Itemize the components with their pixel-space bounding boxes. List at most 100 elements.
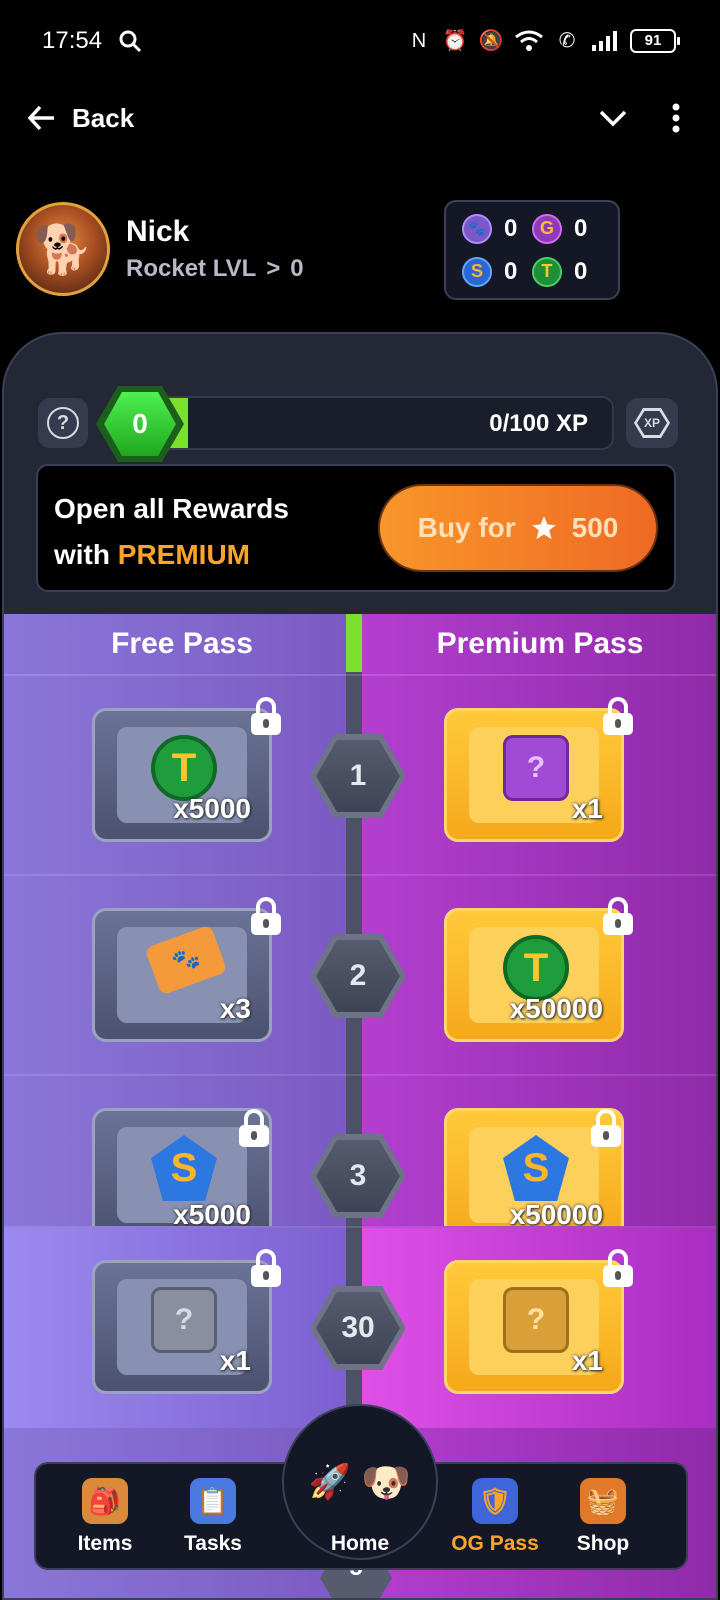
currency-value: 0 [504,257,518,285]
rocket-icon: 🚀 [308,1463,352,1501]
mystery-box-icon: ? [503,1287,569,1353]
currency-g: G0 [532,210,602,247]
signal-icon [592,31,617,51]
nav-og-pass[interactable]: 🛡 OG Pass [440,1478,550,1556]
lock-icon [249,697,283,737]
star-icon [531,516,556,540]
t-coin-icon: T [503,935,569,1001]
basket-icon: 🧺 [580,1478,626,1524]
reward-quantity: x50000 [509,1199,603,1228]
clipboard-icon: 📋 [190,1478,236,1524]
xp-info-button[interactable]: XP [626,398,678,448]
nav-tasks[interactable]: 📋 Tasks [158,1478,268,1556]
clock: 17:54 [42,27,103,54]
lock-icon [589,1109,623,1149]
free-reward-card[interactable]: ? x1 [92,1249,281,1394]
buy-premium-button[interactable]: Buy for 500 [378,484,658,572]
paw-coin-icon: 🐾 [462,213,492,244]
nav-label: OG Pass [451,1532,539,1555]
premium-line2: with PREMIUM [54,532,289,578]
backpack-icon: 🎒 [82,1478,128,1524]
wifi-icon [515,30,543,51]
currency-value: 0 [504,214,518,242]
g-coin-icon: G [532,213,562,244]
nav-label: Items [77,1532,133,1555]
reward-row: S x5000 3 S x50000 [4,1076,716,1228]
xp-row: ? 0/100 XP 0 XP [4,386,716,462]
shield-icon: 🛡 [472,1478,518,1524]
reward-quantity: x5000 [173,1199,251,1228]
s-coin-icon: S [462,256,492,287]
premium-pass-header: Premium Pass [360,614,716,676]
reward-quantity: x1 [219,1345,251,1376]
back-button[interactable]: Back [26,103,134,134]
premium-prefix: with [54,539,118,570]
chevron-right-icon: > [266,255,281,282]
more-vertical-icon[interactable] [672,103,680,133]
lock-icon [237,1109,271,1149]
xp-progress-bar: 0/100 XP [134,396,614,450]
help-button[interactable]: ? [38,398,88,448]
premium-reward-card[interactable]: T x50000 [444,897,633,1042]
currency-t: T0 [532,253,602,290]
nav-items[interactable]: 🎒 Items [50,1478,160,1556]
mute-icon: 🔕 [478,30,504,52]
nav-label: Tasks [184,1532,242,1555]
reward-row-milestone: ? x1 30 ? x1 [4,1228,716,1428]
profile: 🐕 Nick Rocket LVL > 0 [16,202,304,296]
free-pass-header: Free Pass [4,614,360,676]
lock-icon [601,697,635,737]
premium-highlight: PREMIUM [117,539,250,570]
status-bar: 17:54 N ⏰ 🔕 ✆ 91 [0,0,720,82]
arrow-left-icon [27,105,54,131]
rank-label: Rocket LVL [126,255,257,282]
reward-quantity: x3 [219,993,251,1024]
dog-icon: 🐶 [361,1460,412,1505]
t-coin-icon: T [151,735,217,801]
currency-value: 0 [574,257,588,285]
reward-quantity: x5000 [173,793,251,824]
back-label: Back [72,102,135,133]
lock-icon [249,1249,283,1289]
avatar[interactable]: 🐕 [16,202,110,296]
top-nav: Back [0,88,720,148]
currency-panel: 🐾 0 G0 S0 T0 [444,200,620,300]
xp-icon: XP [634,408,670,438]
search-icon[interactable] [118,29,142,53]
reward-quantity: x1 [571,1345,603,1376]
premium-reward-card[interactable]: ? x1 [444,697,633,842]
xp-text: 0/100 XP [489,410,588,437]
premium-reward-card[interactable]: S x50000 [444,1108,624,1228]
reward-row: T x5000 1 ? x1 [4,676,716,876]
buy-price: 500 [571,512,619,543]
premium-text: Open all Rewards with PREMIUM [54,486,289,578]
lock-icon [601,1249,635,1289]
nfc-icon: N [411,30,427,52]
profile-name: Nick [126,215,190,248]
premium-banner: Open all Rewards with PREMIUM Buy for 50… [36,464,676,592]
nav-label: Shop [576,1532,630,1555]
rank-value: 0 [290,255,304,282]
mystery-box-icon: ? [503,735,569,801]
reward-quantity: x1 [571,793,603,824]
rocket-level: Rocket LVL > 0 [126,255,304,283]
chevron-down-icon[interactable] [598,108,628,128]
lock-icon [601,897,635,937]
battery-icon: 91 [630,29,680,53]
nav-shop[interactable]: 🧺 Shop [548,1478,658,1556]
alarm-icon: ⏰ [442,30,468,52]
currency-paw: 🐾 0 [462,210,532,247]
call-icon: ✆ [558,30,576,52]
reward-quantity: x50000 [509,993,603,1024]
t-coin-icon: T [532,256,562,287]
xp-icon-label: XP [637,411,667,435]
mystery-box-icon: ? [151,1287,217,1353]
premium-reward-card[interactable]: ? x1 [444,1249,633,1394]
free-reward-card[interactable]: 🐾 x3 [92,897,281,1042]
premium-line1: Open all Rewards [54,493,289,524]
buy-label: Buy for [417,512,516,543]
currency-s: S0 [462,253,532,290]
free-reward-card[interactable]: S x5000 [92,1108,272,1228]
free-reward-card[interactable]: T x5000 [92,697,281,842]
lock-icon [249,897,283,937]
